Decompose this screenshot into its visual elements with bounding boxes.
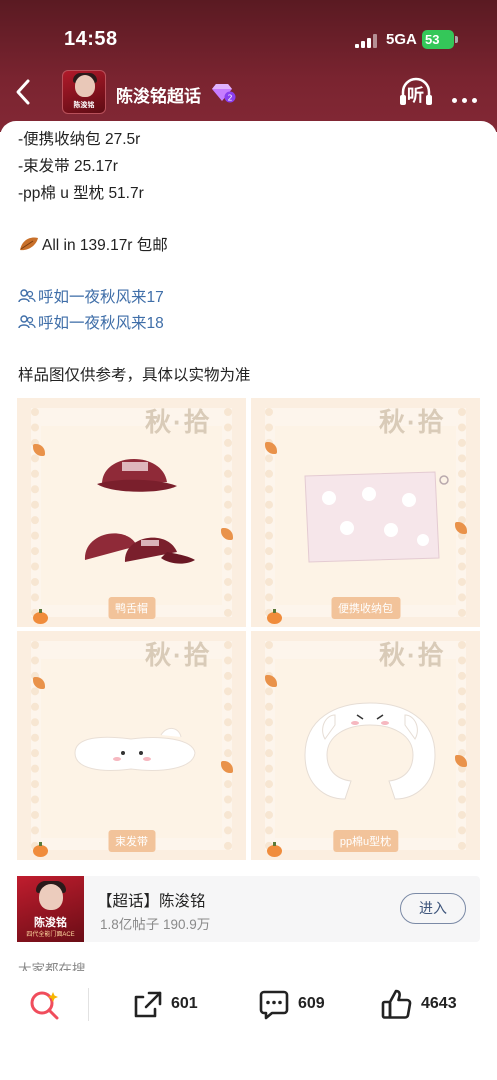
topic-link-1[interactable]: 呼如一夜秋风来17 (18, 285, 164, 307)
item-line-1: -便携收纳包 27.5r (18, 131, 141, 148)
bottom-action-bar: 601 609 4643 (0, 971, 497, 1080)
card-title: 秋·拾 (145, 640, 212, 670)
headband-illustration (74, 728, 196, 771)
card-label: pp棉u型枕 (332, 830, 399, 852)
item-line-3: -pp棉 u 型枕 51.7r (18, 185, 144, 202)
card-title: 秋·拾 (379, 407, 446, 437)
pumpkin-decoration (33, 609, 48, 624)
listen-button[interactable]: 听 (398, 76, 434, 108)
all-in-line: All in 139.17r 包邮 (18, 233, 168, 255)
avatar-name: 陈浚铭 (73, 102, 95, 109)
thumbnail-subtitle: 四代全能门面ACE (26, 932, 75, 938)
repost-count: 601 (171, 995, 198, 1012)
topic-link-2-text: 呼如一夜秋风来18 (38, 315, 164, 332)
card-label: 束发带 (108, 830, 155, 852)
neck-pillow-illustration (304, 702, 436, 800)
pumpkin-decoration (33, 842, 48, 857)
network-type: 5GA (386, 31, 417, 48)
card-title: 秋·拾 (145, 407, 212, 437)
pumpkin-decoration (267, 609, 282, 624)
signal-icon (355, 34, 377, 48)
listen-label: 听 (407, 86, 424, 105)
thumbnail-name: 陈浚铭 (34, 917, 67, 929)
page-title[interactable]: 陈浚铭超话 (116, 82, 201, 107)
image-neck-pillow[interactable]: 秋·拾 pp棉u型枕 (251, 631, 480, 860)
all-in-text: All in 139.17r 包邮 (42, 237, 168, 254)
more-options-icon[interactable] (452, 90, 482, 108)
supertopic-title: 【超话】陈浚铭 (97, 893, 206, 910)
comment-icon (259, 990, 289, 1020)
topic-link-1-text: 呼如一夜秋风来17 (38, 289, 164, 306)
card-label: 便携收纳包 (331, 597, 400, 619)
post-content: -便携收纳包 27.5r -束发带 25.17r -pp棉 u 型枕 51.7r… (0, 121, 497, 971)
thumbs-up-icon (381, 989, 412, 1019)
battery-icon: 53 (422, 30, 458, 49)
repost-icon (134, 991, 162, 1018)
image-pouch[interactable]: 秋·拾 便携收纳包 (251, 398, 480, 627)
join-button[interactable]: 进入 (400, 893, 466, 924)
battery-level: 53 (425, 32, 440, 47)
supertopic-stats: 1.8亿帖子 190.9万 (100, 917, 211, 932)
item-line-2: -束发带 25.17r (18, 158, 118, 175)
also-searching-heading: 大家都在搜 (18, 962, 86, 971)
like-count: 4643 (421, 995, 457, 1012)
supertopic-thumbnail: 陈浚铭 四代全能门面ACE (17, 876, 84, 942)
image-grid: 秋·拾 鸭舌帽 秋·拾 便携收纳包 秋·拾 束发带 秋·拾 pp棉u型枕 (17, 398, 483, 860)
pumpkin-decoration (267, 842, 282, 857)
people-icon (18, 315, 36, 329)
image-cap[interactable]: 秋·拾 鸭舌帽 (17, 398, 246, 627)
supertopic-avatar[interactable]: 陈浚铭 (62, 70, 106, 114)
sample-note: 样品图仅供参考，具体以实物为准 (18, 367, 251, 384)
back-icon[interactable] (10, 74, 38, 110)
comment-count: 609 (298, 995, 325, 1012)
level-diamond-icon: 2 (212, 84, 236, 103)
navigation-bar: 陈浚铭 陈浚铭超话 2 听 (0, 62, 497, 122)
pouch-illustration (304, 471, 449, 563)
card-title: 秋·拾 (379, 640, 446, 670)
topic-link-2[interactable]: 呼如一夜秋风来18 (18, 311, 164, 333)
status-bar: 14:58 5GA 53 (0, 0, 497, 62)
card-label: 鸭舌帽 (108, 597, 155, 619)
status-time: 14:58 (64, 28, 118, 50)
autumn-leaf-icon (20, 237, 38, 251)
divider (88, 988, 89, 1021)
svg-text:2: 2 (227, 94, 232, 103)
search-icon[interactable] (27, 988, 61, 1022)
cap-illustration (84, 458, 195, 564)
supertopic-card[interactable]: 陈浚铭 四代全能门面ACE 【超话】陈浚铭 1.8亿帖子 190.9万 进入 (17, 876, 480, 942)
image-headband[interactable]: 秋·拾 束发带 (17, 631, 246, 860)
people-icon (18, 289, 36, 303)
